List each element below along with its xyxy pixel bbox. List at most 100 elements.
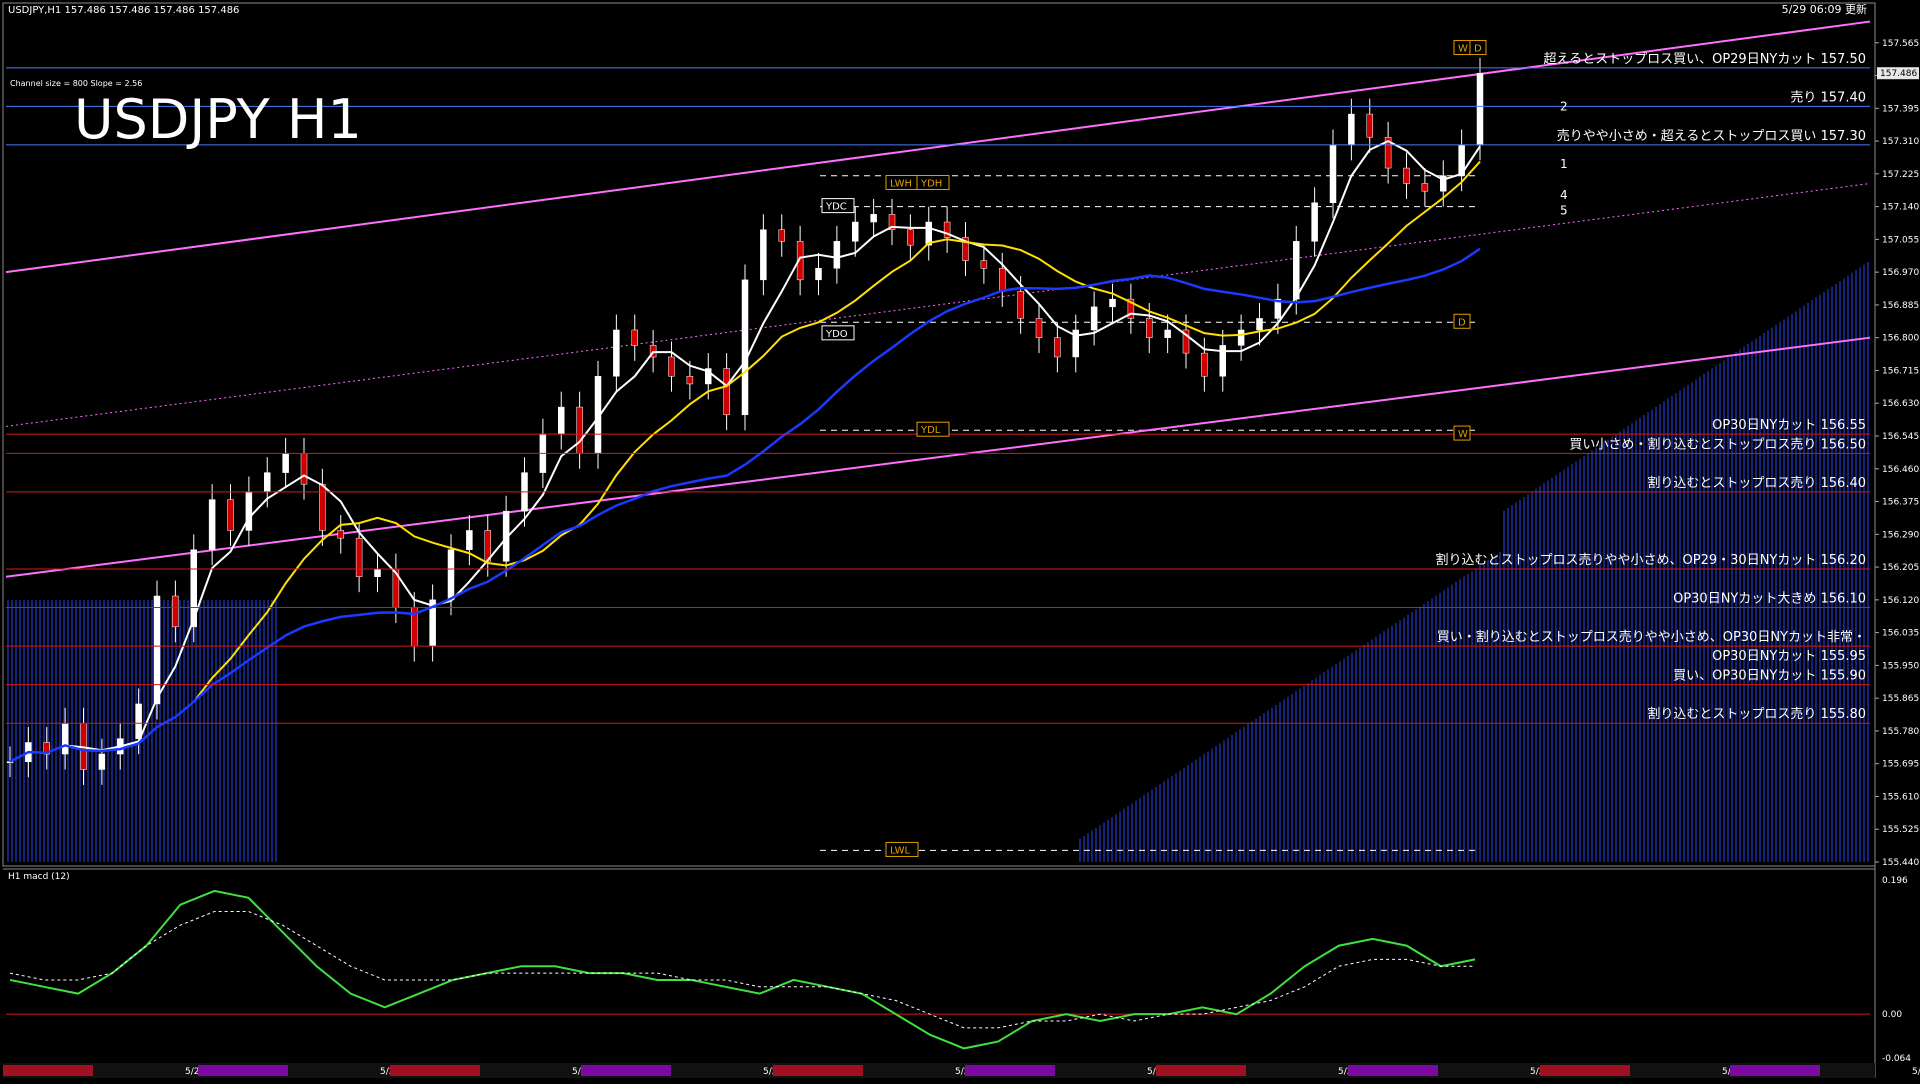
candle-body bbox=[576, 406, 583, 454]
candle-body bbox=[264, 472, 271, 493]
candle-body bbox=[1329, 144, 1337, 204]
projection-label: 5 bbox=[1560, 203, 1568, 217]
level-label: 割り込むとストップロス売りやや小さめ、OP29・30日NYカット 156.20 bbox=[1436, 552, 1866, 568]
macd-y-tick-label: -0.064 bbox=[1882, 1054, 1911, 1064]
candle-body bbox=[1090, 306, 1098, 331]
marker-label: YDH bbox=[920, 178, 942, 189]
y-tick-label: 156.035 bbox=[1882, 629, 1919, 639]
x-axis-band bbox=[1156, 1065, 1246, 1076]
candle-body bbox=[1146, 318, 1153, 338]
y-tick-label: 156.290 bbox=[1882, 530, 1919, 540]
candle-body bbox=[870, 214, 877, 223]
y-tick-label: 157.310 bbox=[1882, 137, 1919, 147]
y-tick-label: 157.140 bbox=[1882, 203, 1919, 213]
y-tick-label: 156.800 bbox=[1882, 334, 1919, 344]
candle-body bbox=[355, 537, 363, 577]
candle-body bbox=[723, 368, 730, 416]
level-label: OP30日NYカット大きめ 156.10 bbox=[1673, 592, 1866, 607]
x-axis-band bbox=[1540, 1065, 1630, 1076]
candle-body bbox=[833, 241, 841, 269]
candle-body bbox=[631, 329, 638, 346]
level-label: 割り込むとストップロス売り 155.80 bbox=[1647, 706, 1866, 722]
candle-body bbox=[374, 568, 381, 577]
y-tick-label: 157.055 bbox=[1882, 235, 1919, 245]
marker-label: YDO bbox=[825, 329, 848, 340]
x-axis-band bbox=[1730, 1065, 1820, 1076]
candle-body bbox=[741, 279, 749, 416]
candle-body bbox=[1164, 329, 1171, 338]
x-axis-band bbox=[198, 1065, 288, 1076]
macd-y-tick-label: 0.00 bbox=[1882, 1010, 1902, 1020]
candle-body bbox=[852, 221, 859, 242]
y-tick-label: 155.440 bbox=[1882, 858, 1919, 868]
y-tick-label: 155.695 bbox=[1882, 760, 1919, 770]
candle-body bbox=[1256, 318, 1263, 331]
candle-body bbox=[172, 595, 179, 628]
candle-body bbox=[447, 549, 455, 601]
candle-body bbox=[1348, 113, 1355, 146]
x-axis-band bbox=[581, 1065, 671, 1076]
marker-label: D bbox=[1458, 317, 1466, 328]
y-tick-label: 156.120 bbox=[1882, 596, 1919, 606]
candle-body bbox=[1403, 167, 1410, 184]
candle-body bbox=[980, 260, 988, 269]
candle-body bbox=[668, 356, 675, 377]
x-tick-label: 5/31 bbox=[1912, 1067, 1920, 1077]
y-tick-label: 156.715 bbox=[1882, 366, 1919, 376]
marker-label: W bbox=[1458, 429, 1468, 440]
candle-body bbox=[98, 753, 106, 770]
y-tick-label: 156.205 bbox=[1882, 563, 1919, 573]
candle-body bbox=[1017, 291, 1024, 319]
y-tick-label: 156.630 bbox=[1882, 399, 1919, 409]
candle-body bbox=[558, 406, 565, 435]
y-tick-label: 157.395 bbox=[1882, 104, 1919, 114]
candle-body bbox=[319, 483, 326, 531]
candle-body bbox=[153, 595, 161, 705]
candle-body bbox=[337, 530, 344, 539]
candle-body bbox=[999, 268, 1006, 292]
level-label: 割り込むとストップロス売り 156.40 bbox=[1647, 475, 1866, 491]
y-tick-label: 155.865 bbox=[1882, 694, 1919, 704]
marker-label: YDL bbox=[920, 425, 941, 436]
y-tick-label: 156.545 bbox=[1882, 432, 1919, 442]
chart-window: 超えるとストップロス買い、OP29日NYカット 157.50 売り 157.40 売… bbox=[0, 0, 1920, 1080]
candle-body bbox=[1237, 329, 1245, 346]
level-label: 買い小さめ・割り込むとストップロス売り 156.50 bbox=[1569, 436, 1866, 452]
y-tick-label: 155.780 bbox=[1882, 727, 1919, 737]
candle-body bbox=[135, 703, 142, 739]
x-axis-band bbox=[965, 1065, 1055, 1076]
x-axis-band bbox=[1348, 1065, 1438, 1076]
candle-body bbox=[1421, 183, 1429, 192]
marker-label: D bbox=[1474, 44, 1482, 55]
candle-body bbox=[1201, 352, 1208, 377]
candle-body bbox=[778, 229, 785, 242]
level-label: 買い・割り込むとストップロス売りやや小さめ、OP30日NYカット非常・ bbox=[1437, 629, 1866, 645]
y-tick-label: 155.950 bbox=[1882, 661, 1919, 671]
candle-body bbox=[282, 453, 289, 473]
chart-big-title: USDJPY H1 bbox=[74, 88, 362, 151]
update-time: 5/29 06:09 更新 bbox=[1782, 2, 1867, 16]
y-tick-label: 155.525 bbox=[1882, 825, 1919, 835]
candle-body bbox=[1054, 337, 1061, 358]
y-tick-label: 156.460 bbox=[1882, 465, 1919, 475]
marker-label: YDC bbox=[825, 202, 847, 213]
marker-label: LWH bbox=[890, 178, 912, 189]
x-axis-band bbox=[390, 1065, 480, 1076]
projection-label: 2 bbox=[1560, 99, 1568, 113]
level-label: 売りやや小さめ・超えるとストップロス買い 157.30 bbox=[1557, 128, 1866, 144]
chart-canvas: 超えるとストップロス買い、OP29日NYカット 157.50 売り 157.40 売… bbox=[0, 0, 1920, 1080]
level-label: 売り 157.40 bbox=[1790, 89, 1866, 105]
level-label-extra: OP30日NYカット 155.95 bbox=[1712, 649, 1866, 664]
marker-label: W bbox=[1458, 44, 1468, 55]
y-tick-label: 156.885 bbox=[1882, 301, 1919, 311]
candle-body bbox=[300, 453, 308, 485]
level-label: OP30日NYカット 156.55 bbox=[1712, 418, 1866, 433]
candle-body bbox=[61, 722, 69, 755]
y-tick-label: 156.970 bbox=[1882, 268, 1919, 278]
y-tick-label: 156.375 bbox=[1882, 498, 1919, 508]
candle-body bbox=[208, 499, 216, 550]
channel-info: Channel size = 800 Slope = 2.56 bbox=[10, 79, 142, 88]
candle-body bbox=[613, 329, 620, 377]
y-tick-label: 157.225 bbox=[1882, 170, 1919, 180]
candle-body bbox=[686, 375, 694, 385]
